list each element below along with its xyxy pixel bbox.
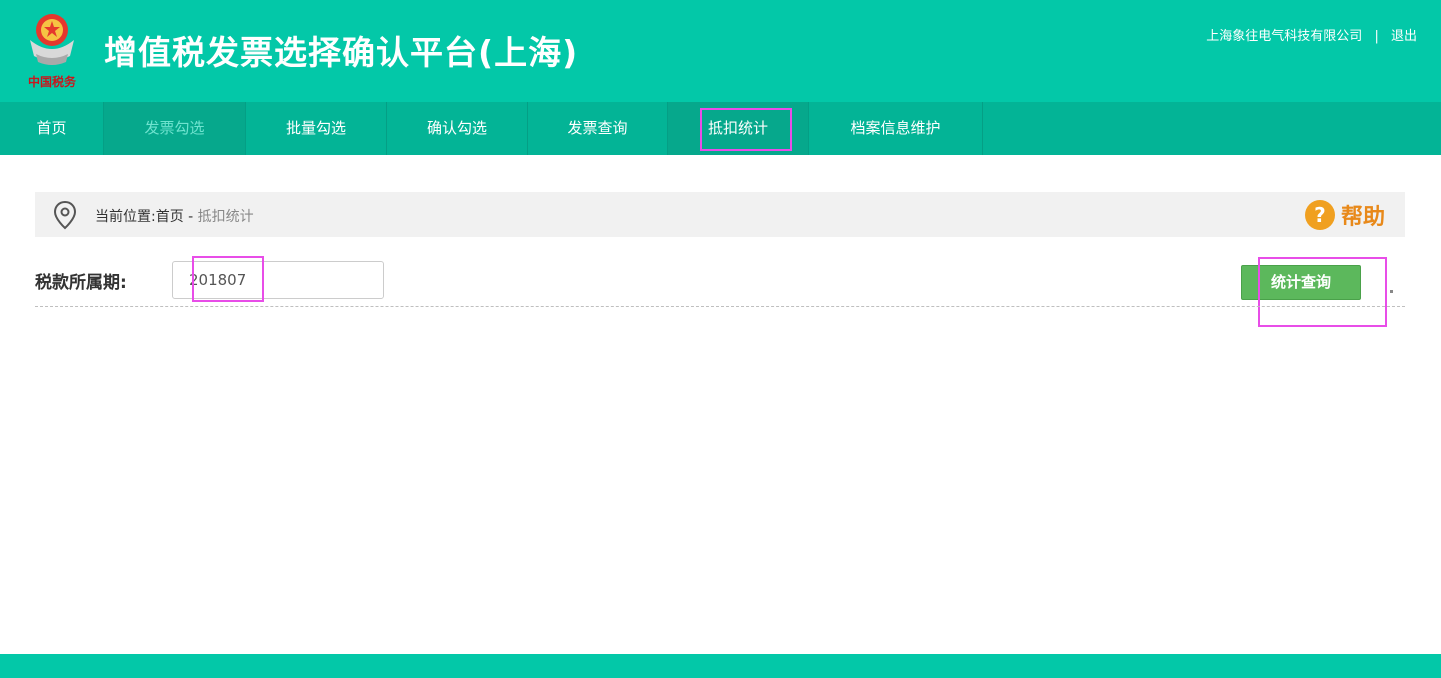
user-area: 上海象往电气科技有限公司 | 退出	[1206, 25, 1417, 44]
tax-period-input[interactable]	[172, 261, 384, 299]
breadcrumb-prefix: 当前位置:首页 -	[95, 209, 198, 225]
breadcrumb: 当前位置:首页 - 抵扣统计 ? 帮助	[35, 192, 1405, 237]
nav-deduction-stats[interactable]: 抵扣统计	[668, 102, 809, 155]
nav-confirm-select[interactable]: 确认勾选	[387, 102, 528, 155]
nav-batch-select[interactable]: 批量勾选	[246, 102, 387, 155]
company-name: 上海象往电气科技有限公司	[1206, 29, 1363, 44]
nav-invoice-select[interactable]: 发票勾选	[104, 102, 246, 155]
nav-invoice-query[interactable]: 发票查询	[528, 102, 668, 155]
breadcrumb-current: 抵扣统计	[197, 209, 254, 225]
footer-bar	[0, 654, 1441, 678]
tax-period-label: 税款所属期:	[35, 273, 127, 293]
help-button[interactable]: ? 帮助	[1304, 200, 1385, 230]
tax-emblem-icon: 中国税务	[28, 14, 77, 89]
site-title: 增值税发票选择确认平台(上海)	[104, 33, 579, 72]
location-pin-icon	[53, 200, 77, 230]
main-nav: 首页 发票勾选 批量勾选 确认勾选 发票查询 抵扣统计 档案信息维护	[0, 102, 1441, 155]
nav-home[interactable]: 首页	[0, 102, 104, 155]
separator: |	[1374, 29, 1379, 44]
help-label: 帮助	[1340, 205, 1385, 230]
stats-query-button[interactable]: 统计查询	[1241, 265, 1361, 300]
dot-mark	[1390, 290, 1393, 293]
divider	[35, 306, 1405, 307]
logo-text: 中国税务	[28, 74, 77, 89]
logout-link[interactable]: 退出	[1391, 29, 1417, 44]
nav-archive-maintenance[interactable]: 档案信息维护	[809, 102, 983, 155]
breadcrumb-text: 当前位置:首页 - 抵扣统计	[95, 206, 254, 226]
header: 中国税务 增值税发票选择确认平台(上海) 上海象往电气科技有限公司 | 退出	[0, 0, 1441, 102]
question-icon: ?	[1304, 200, 1335, 230]
